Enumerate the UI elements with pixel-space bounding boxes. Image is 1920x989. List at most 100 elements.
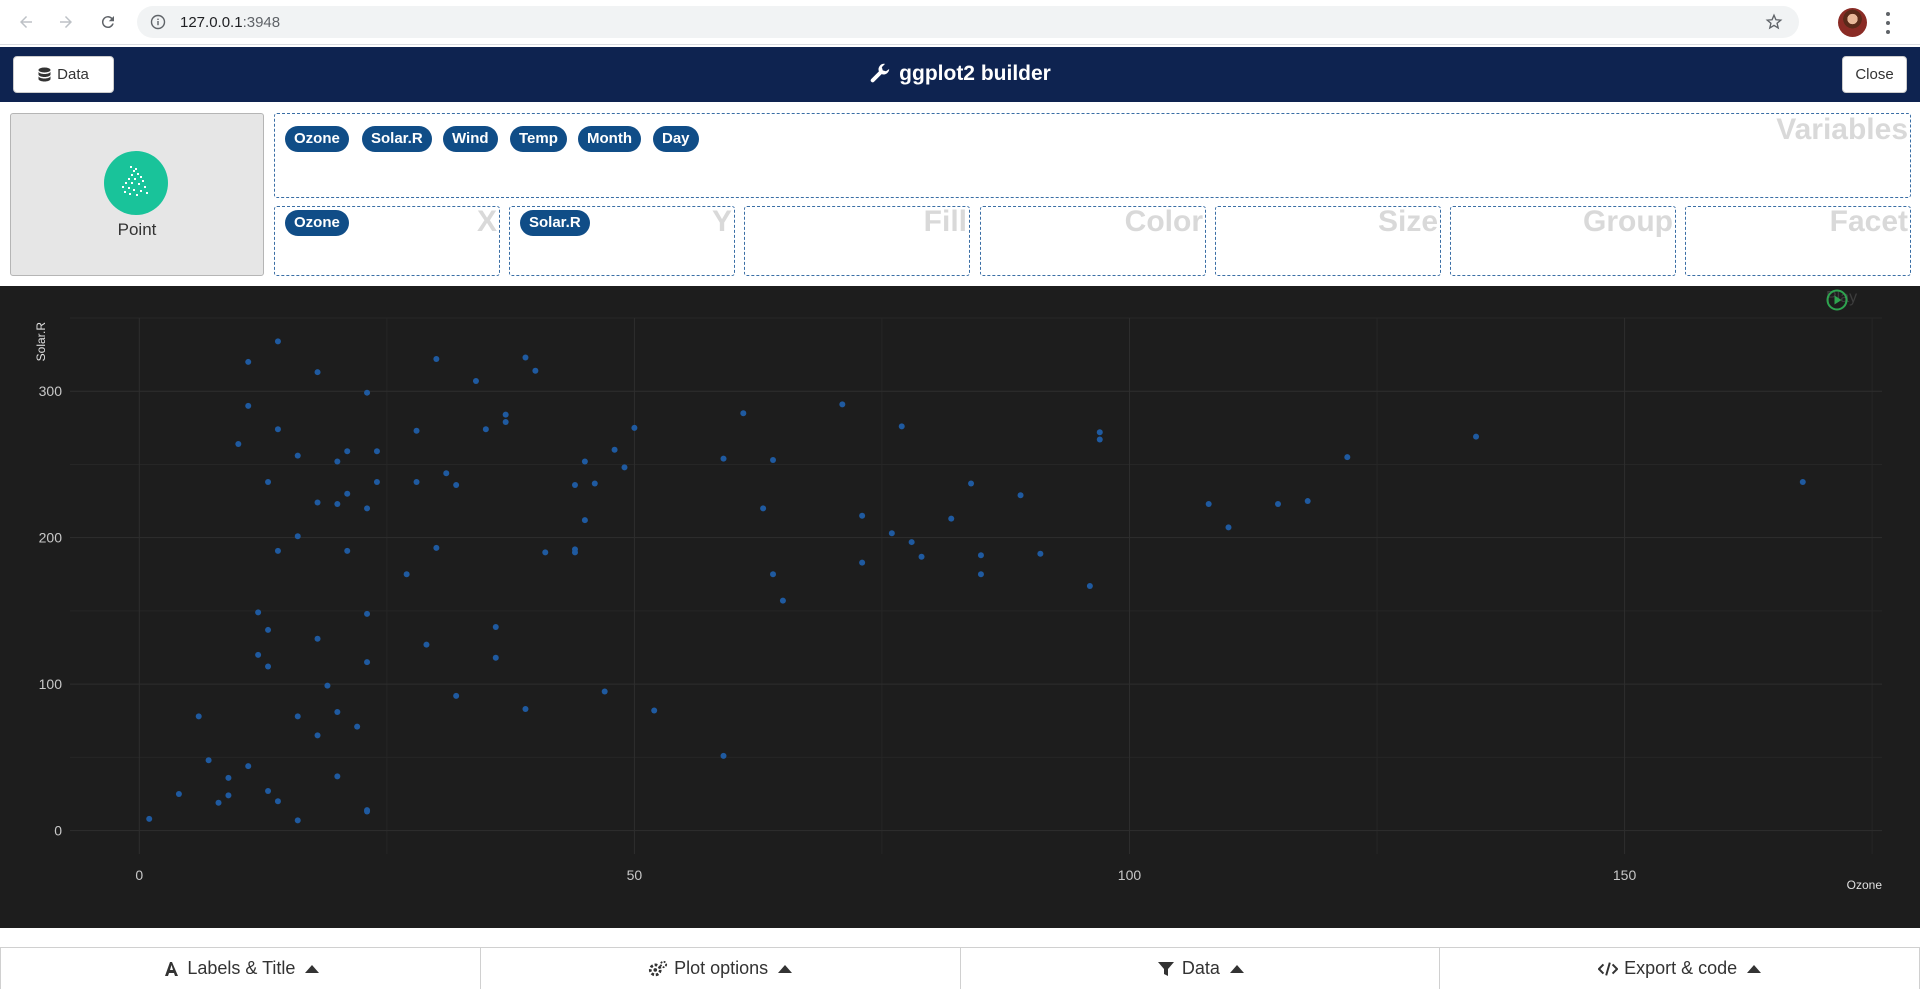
x-zone-title: X bbox=[476, 206, 497, 238]
data-point bbox=[651, 707, 658, 714]
data-point bbox=[364, 808, 371, 815]
data-point bbox=[255, 609, 262, 616]
data-point bbox=[601, 688, 608, 695]
data-point bbox=[631, 424, 638, 431]
data-point bbox=[1225, 524, 1232, 531]
data-point bbox=[472, 377, 479, 384]
data-point bbox=[245, 763, 252, 770]
color-zone-title: Color bbox=[1124, 206, 1203, 238]
y-badge-solar-r[interactable]: Solar.R bbox=[520, 210, 590, 236]
tab-plot-options-label: Plot options bbox=[674, 958, 769, 978]
tab-plot-options[interactable]: Plot options bbox=[480, 947, 961, 989]
data-point bbox=[968, 480, 975, 487]
data-point bbox=[294, 713, 301, 720]
fill-dropzone[interactable]: Fill bbox=[744, 206, 970, 276]
data-point bbox=[274, 798, 281, 805]
data-point bbox=[908, 539, 915, 546]
data-point bbox=[1086, 583, 1093, 589]
variable-badge-wind[interactable]: Wind bbox=[443, 126, 498, 152]
data-point bbox=[1037, 550, 1044, 557]
y-tick-label: 100 bbox=[39, 676, 63, 692]
data-point bbox=[255, 651, 262, 658]
data-point bbox=[265, 626, 272, 633]
data-point bbox=[334, 773, 341, 780]
data-point bbox=[571, 481, 578, 488]
data-point bbox=[245, 402, 252, 409]
data-point bbox=[482, 426, 489, 433]
play-button[interactable]: Play bbox=[1826, 289, 1857, 311]
tab-export-code[interactable]: Export & code bbox=[1440, 947, 1920, 989]
data-point bbox=[205, 757, 212, 764]
variables-dropzone[interactable]: Variables Ozone Solar.R Wind Temp Month … bbox=[274, 113, 1911, 198]
data-point bbox=[265, 663, 272, 670]
data-point bbox=[1275, 500, 1281, 507]
data-point bbox=[1473, 433, 1480, 440]
y-axis-label: Solar.R bbox=[34, 322, 48, 362]
data-point bbox=[492, 624, 499, 631]
data-point bbox=[1096, 436, 1103, 443]
variable-badge-day[interactable]: Day bbox=[653, 126, 699, 152]
data-point bbox=[581, 458, 588, 465]
data-point bbox=[502, 418, 509, 425]
url-text: 127.0.0.1:3948 bbox=[180, 13, 281, 31]
data-point bbox=[215, 799, 222, 806]
data-point bbox=[334, 708, 341, 715]
color-dropzone[interactable]: Color bbox=[980, 206, 1206, 276]
reload-icon[interactable] bbox=[96, 10, 120, 34]
data-point bbox=[364, 389, 371, 396]
fill-zone-title: Fill bbox=[923, 206, 967, 238]
data-point bbox=[373, 479, 380, 486]
close-button[interactable]: Close bbox=[1842, 56, 1907, 93]
geom-selector[interactable]: Point bbox=[10, 113, 264, 276]
data-point bbox=[1096, 429, 1103, 436]
data-point bbox=[720, 752, 727, 759]
variable-badge-ozone[interactable]: Ozone bbox=[285, 126, 349, 152]
caret-up-icon bbox=[305, 964, 320, 973]
page-title: ggplot2 builder bbox=[0, 62, 1920, 86]
forward-icon[interactable] bbox=[54, 10, 78, 34]
browser-menu-icon[interactable] bbox=[1886, 12, 1892, 34]
data-point bbox=[364, 610, 371, 617]
x-tick-label: 0 bbox=[135, 867, 143, 883]
y-dropzone[interactable]: Y Solar.R bbox=[509, 206, 735, 276]
data-point bbox=[423, 641, 430, 648]
variable-badge-solar-r[interactable]: Solar.R bbox=[362, 126, 432, 152]
data-point bbox=[611, 446, 618, 453]
data-point bbox=[433, 544, 440, 551]
tab-labels-title[interactable]: Labels & Title bbox=[0, 947, 481, 989]
data-point bbox=[443, 470, 450, 477]
data-point bbox=[314, 732, 321, 739]
group-zone-title: Group bbox=[1583, 206, 1673, 238]
x-tick-label: 100 bbox=[1118, 867, 1142, 883]
bottom-tab-bar: Labels & Title Plot options Data Export … bbox=[0, 947, 1920, 989]
tab-data[interactable]: Data bbox=[960, 947, 1441, 989]
data-point bbox=[314, 499, 321, 506]
data-point bbox=[898, 423, 905, 430]
variable-badge-month[interactable]: Month bbox=[578, 126, 641, 152]
x-dropzone[interactable]: X Ozone bbox=[274, 206, 500, 276]
variable-badge-temp[interactable]: Temp bbox=[510, 126, 567, 152]
data-point bbox=[502, 411, 509, 418]
tab-labels-title-label: Labels & Title bbox=[187, 958, 296, 978]
data-point bbox=[740, 410, 747, 417]
size-dropzone[interactable]: Size bbox=[1215, 206, 1441, 276]
group-dropzone[interactable]: Group bbox=[1450, 206, 1676, 276]
x-badge-ozone[interactable]: Ozone bbox=[285, 210, 349, 236]
data-point bbox=[770, 571, 777, 578]
data-point bbox=[581, 517, 588, 524]
gears-icon bbox=[649, 960, 668, 976]
data-point bbox=[720, 455, 727, 462]
address-bar[interactable]: 127.0.0.1:3948 bbox=[137, 6, 1799, 38]
data-point bbox=[314, 369, 321, 376]
profile-avatar[interactable] bbox=[1838, 8, 1867, 37]
facet-dropzone[interactable]: Facet bbox=[1685, 206, 1911, 276]
data-point bbox=[492, 654, 499, 661]
geom-label: Point bbox=[117, 220, 157, 239]
bookmark-star-icon[interactable] bbox=[1765, 13, 1783, 31]
back-icon[interactable] bbox=[14, 10, 38, 34]
data-point bbox=[522, 354, 529, 361]
data-point bbox=[591, 480, 598, 487]
caret-up-icon bbox=[778, 964, 793, 973]
size-zone-title: Size bbox=[1377, 206, 1438, 238]
info-icon[interactable] bbox=[150, 14, 166, 30]
